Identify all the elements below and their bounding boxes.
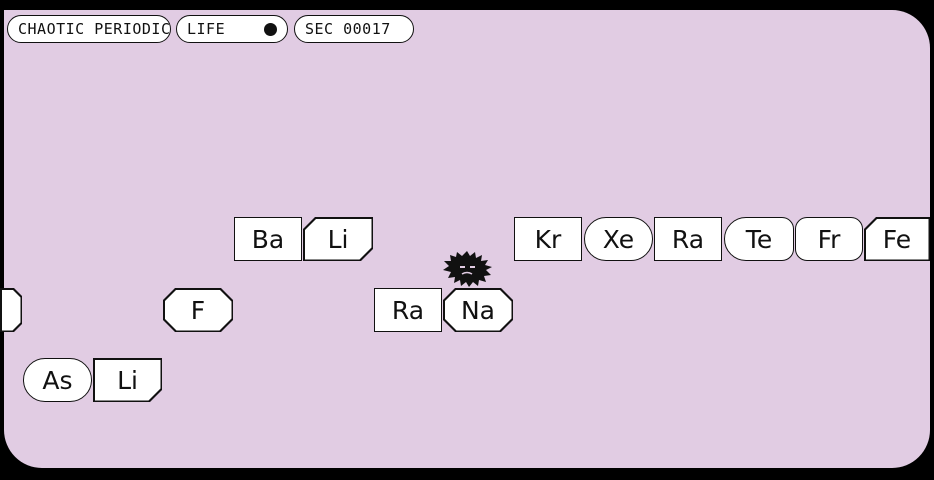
element-symbol: Li (117, 365, 138, 395)
element-symbol: As (42, 365, 73, 395)
element-symbol: Te (745, 224, 773, 254)
life-label: LIFE (187, 20, 226, 38)
element-tile-li[interactable]: Li (303, 217, 373, 261)
element-tile-ba[interactable]: Ba (234, 217, 302, 261)
element-symbol: Xe (602, 224, 635, 254)
element-symbol: Fe (882, 224, 912, 254)
element-symbol: Ra (671, 224, 705, 254)
game-title-badge: CHAOTIC PERIODIC (7, 15, 171, 43)
life-dot-icon (264, 22, 277, 36)
element-symbol: F (190, 295, 206, 325)
element-symbol: Fr (817, 224, 841, 254)
timer-label: SEC 00017 (305, 20, 391, 38)
element-tile-fr[interactable]: Fr (795, 217, 863, 261)
element-tile-ra-mid[interactable]: Ra (374, 288, 442, 332)
element-tile-as[interactable]: As (23, 358, 92, 402)
element-symbol: Ra (391, 295, 425, 325)
element-tile-na[interactable]: Na (443, 288, 513, 332)
element-tile-edge[interactable] (0, 288, 22, 332)
element-tile-kr[interactable]: Kr (514, 217, 582, 261)
element-tile-te[interactable]: Te (724, 217, 794, 261)
spiky-blob-player-icon[interactable] (440, 250, 494, 288)
element-tile-li-bottom[interactable]: Li (93, 358, 162, 402)
element-tile-fe[interactable]: Fe (864, 217, 930, 261)
element-tile-f[interactable]: F (163, 288, 233, 332)
life-indicator: LIFE (176, 15, 288, 43)
element-symbol: Kr (534, 224, 562, 254)
element-symbol: Ba (251, 224, 285, 254)
timer-badge: SEC 00017 (294, 15, 414, 43)
element-tile-xe[interactable]: Xe (584, 217, 653, 261)
element-symbol: Li (327, 224, 349, 254)
element-symbol: Na (460, 295, 496, 325)
element-tile-ra[interactable]: Ra (654, 217, 722, 261)
game-title: CHAOTIC PERIODIC (18, 20, 171, 38)
